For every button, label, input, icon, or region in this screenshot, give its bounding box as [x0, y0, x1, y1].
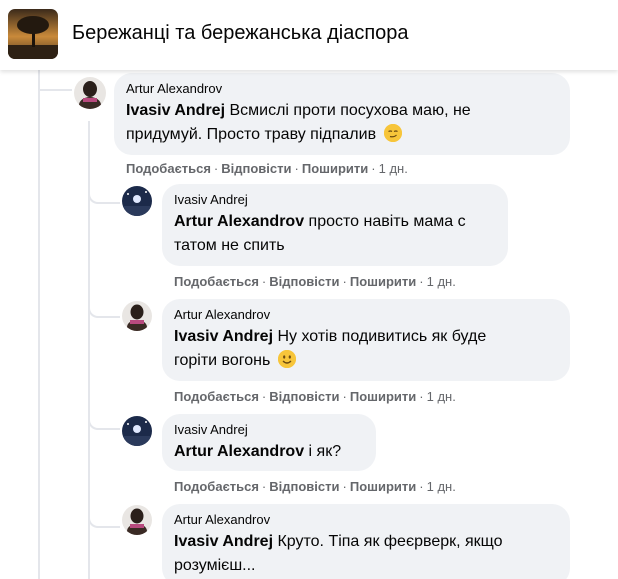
comment-bubble: Artur Alexandrov Ivasiv Andrej Всмислі п…	[114, 73, 570, 155]
comment-text-line: Ну хотів подивитись як буде	[273, 328, 487, 345]
group-title[interactable]: Бережанці та бережанська діаспора	[72, 22, 409, 45]
group-header: Бережанці та бережанська діаспора	[0, 0, 618, 70]
comment-actions: Подобається · Відповісти · Поширити · 1 дн.	[174, 389, 456, 404]
like-button[interactable]: Подобається	[174, 274, 259, 289]
share-button[interactable]: Поширити	[350, 389, 416, 404]
share-button[interactable]: Поширити	[302, 161, 368, 176]
like-button[interactable]: Подобається	[174, 479, 259, 494]
like-button[interactable]: Подобається	[174, 389, 259, 404]
avatar[interactable]	[122, 416, 152, 446]
comment-text-line: придумуй. Просто траву підпалив	[126, 126, 377, 143]
comment-timestamp[interactable]: 1 дн.	[379, 161, 408, 176]
comment-actions: Подобається · Відповісти · Поширити · 1 дн.	[174, 274, 456, 289]
comment-text-line: просто навіть мама с	[304, 213, 466, 230]
comment-bubble: Ivasiv Andrej Artur Alexandrov просто на…	[162, 184, 508, 266]
reply-button[interactable]: Відповісти	[221, 161, 291, 176]
comment-text: Ivasiv Andrej Ну хотів подивитись як буд…	[174, 325, 558, 373]
comment-timestamp[interactable]: 1 дн.	[427, 479, 456, 494]
smirk-emoji	[383, 124, 402, 142]
comment-text: Artur Alexandrov просто навіть мама с та…	[174, 210, 496, 258]
comment-bubble: Artur Alexandrov Ivasiv Andrej Ну хотів …	[162, 299, 570, 381]
comment-author[interactable]: Artur Alexandrov	[126, 80, 558, 97]
reply-button[interactable]: Відповісти	[269, 479, 339, 494]
mention-link[interactable]: Artur Alexandrov	[174, 213, 304, 230]
avatar[interactable]	[122, 301, 152, 331]
like-button[interactable]: Подобається	[126, 161, 211, 176]
comment-author[interactable]: Artur Alexandrov	[174, 511, 558, 528]
comment-bubble: Artur Alexandrov Ivasiv Andrej Круто. Ті…	[162, 504, 570, 579]
reply-button[interactable]: Відповісти	[269, 274, 339, 289]
comment-thread: Artur Alexandrov Ivasiv Andrej Всмислі п…	[0, 70, 618, 579]
mention-link[interactable]: Ivasiv Andrej	[126, 102, 225, 119]
comment-timestamp[interactable]: 1 дн.	[427, 274, 456, 289]
comment-text-line: Круто. Тіпа як феєрверк, якщо	[273, 533, 503, 550]
mention-link[interactable]: Ivasiv Andrej	[174, 328, 273, 345]
comment-timestamp[interactable]: 1 дн.	[427, 389, 456, 404]
share-button[interactable]: Поширити	[350, 274, 416, 289]
mention-link[interactable]: Ivasiv Andrej	[174, 533, 273, 550]
avatar[interactable]	[122, 186, 152, 216]
share-button[interactable]: Поширити	[350, 479, 416, 494]
thread-line	[38, 89, 72, 91]
group-avatar[interactable]	[8, 9, 58, 59]
thread-connector	[88, 288, 120, 318]
comment-text: Artur Alexandrov і як?	[174, 440, 364, 464]
avatar[interactable]	[74, 77, 106, 109]
comment-author[interactable]: Artur Alexandrov	[174, 306, 558, 323]
comment-actions: Подобається · Відповісти · Поширити · 1 дн.	[174, 479, 456, 494]
comment-text: Ivasiv Andrej Всмислі проти посухова маю…	[126, 99, 558, 147]
comment-text: Ivasiv Andrej Круто. Тіпа як феєрверк, я…	[174, 530, 558, 578]
thread-line	[38, 70, 40, 579]
comment-text-line: Всмислі проти посухова маю, не	[225, 102, 471, 119]
thread-connector	[88, 498, 120, 528]
mention-link[interactable]: Artur Alexandrov	[174, 443, 304, 460]
comment-author[interactable]: Ivasiv Andrej	[174, 191, 496, 208]
comment-text-line: розумієш...	[174, 557, 256, 574]
smile-emoji	[277, 350, 296, 368]
comment-author[interactable]: Ivasiv Andrej	[174, 421, 364, 438]
thread-connector	[88, 174, 120, 204]
reply-button[interactable]: Відповісти	[269, 389, 339, 404]
comment-text-line: татом не спить	[174, 237, 285, 254]
thread-connector	[88, 400, 120, 430]
comment-text-line: і як?	[304, 443, 342, 460]
comment-text-line: горіти вогонь	[174, 352, 271, 369]
comment-actions: Подобається · Відповісти · Поширити · 1 дн.	[126, 161, 408, 176]
comment-bubble: Ivasiv Andrej Artur Alexandrov і як?	[162, 414, 376, 471]
avatar[interactable]	[122, 505, 152, 535]
